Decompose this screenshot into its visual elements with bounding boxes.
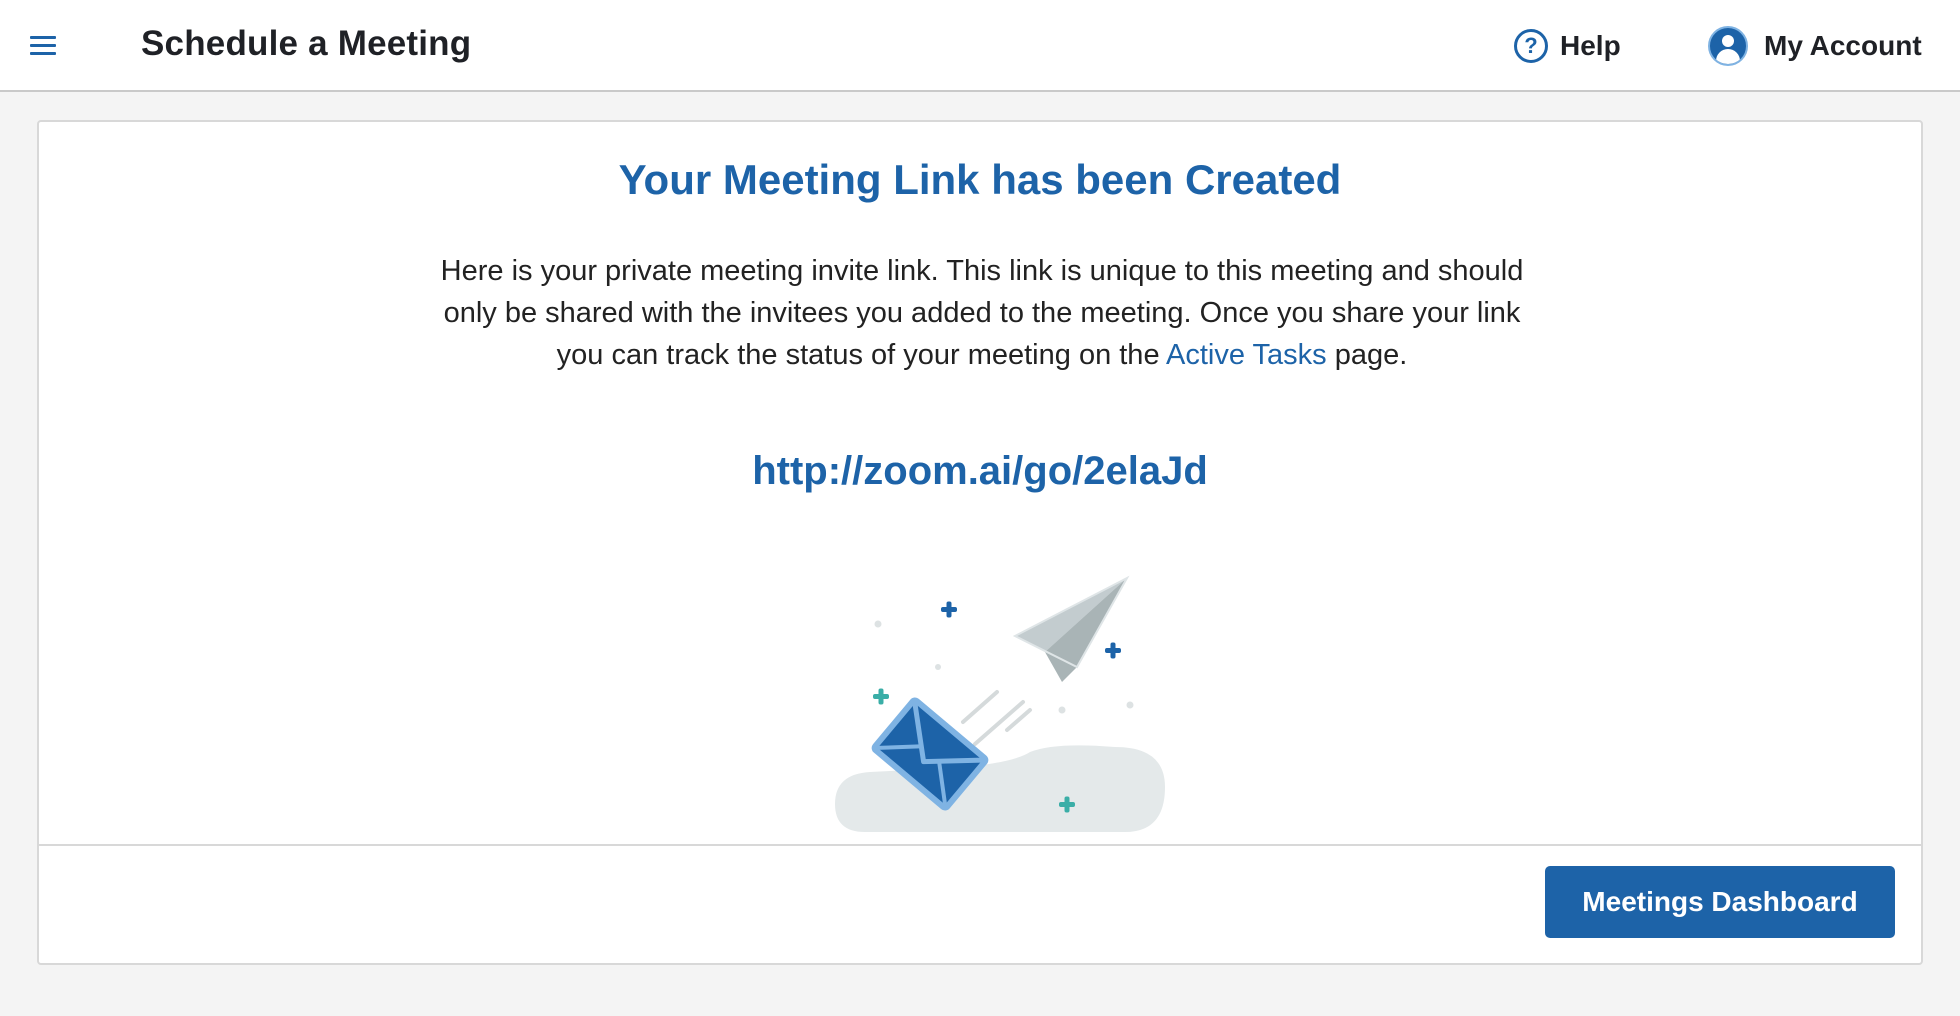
hamburger-menu-icon[interactable] [30, 34, 62, 58]
confirmation-description: Here is your private meeting invite link… [419, 250, 1545, 376]
meeting-invite-link[interactable]: http://zoom.ai/go/2elaJd [39, 449, 1921, 494]
sparkle-plus-icon [1105, 642, 1121, 659]
sparkle-dot [1058, 706, 1066, 714]
meetings-dashboard-button[interactable]: Meetings Dashboard [1545, 866, 1895, 938]
description-text-end: page. [1326, 339, 1408, 371]
sparkle-dot [874, 620, 882, 628]
my-account-label: My Account [1764, 30, 1922, 61]
sparkle-plus-icon [873, 688, 889, 705]
active-tasks-link[interactable]: Active Tasks [1166, 339, 1327, 371]
top-bar: Schedule a Meeting ? Help My Account [0, 0, 1960, 92]
confirmation-card: Your Meeting Link has been Created Here … [37, 120, 1923, 965]
motion-line [961, 690, 999, 724]
my-account-menu[interactable]: My Account [1708, 24, 1922, 68]
user-avatar-icon [1708, 26, 1748, 66]
help-label: Help [1560, 30, 1621, 61]
sparkle-dot [1126, 701, 1134, 709]
sparkle-plus-icon [941, 601, 957, 618]
card-body: Your Meeting Link has been Created Here … [39, 122, 1921, 844]
question-circle-icon: ? [1514, 29, 1548, 63]
confirmation-headline: Your Meeting Link has been Created [618, 156, 1342, 203]
envelope-paper-plane-illustration [835, 575, 1165, 832]
help-link[interactable]: ? Help [1514, 26, 1621, 66]
page-title: Schedule a Meeting [141, 24, 472, 63]
sparkle-dot [935, 664, 941, 670]
